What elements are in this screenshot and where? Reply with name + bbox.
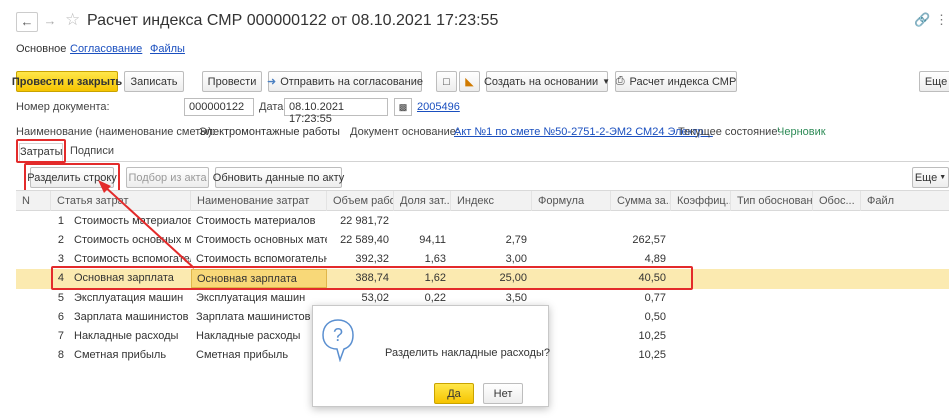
question-icon: ? <box>320 318 356 363</box>
dialog-yes-button[interactable]: Да <box>434 383 474 404</box>
dialog-no-button[interactable]: Нет <box>483 383 523 404</box>
svg-text:?: ? <box>333 325 343 345</box>
confirm-dialog: ? Разделить накладные расходы? Да Нет <box>312 305 550 407</box>
dialog-message: Разделить накладные расходы? <box>385 347 550 359</box>
